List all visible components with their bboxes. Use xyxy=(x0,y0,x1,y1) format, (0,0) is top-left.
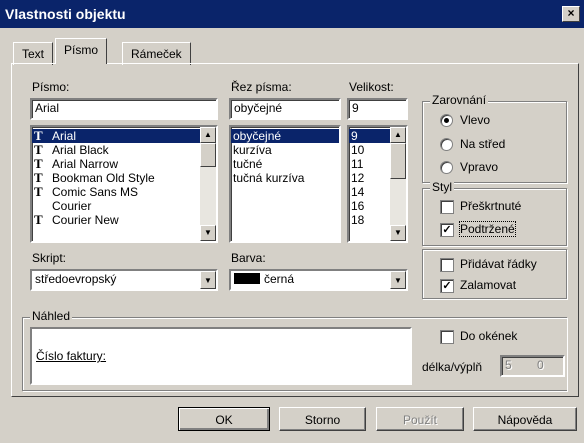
style-input[interactable]: obyčejné xyxy=(229,98,341,120)
fill-value: 0 xyxy=(537,358,544,372)
style-effects-group xyxy=(422,188,567,246)
style-label: Řez písma: xyxy=(231,80,292,94)
list-item-label: Courier New xyxy=(52,213,119,227)
scroll-up-icon[interactable]: ▲ xyxy=(390,127,406,143)
list-item-label: obyčejné xyxy=(233,129,282,143)
align-right-radio[interactable] xyxy=(440,161,453,174)
list-item-label: 11 xyxy=(351,157,364,171)
truetype-icon: T xyxy=(34,184,43,199)
list-item-label: tučné xyxy=(233,157,263,171)
list-item-label: Arial Narrow xyxy=(52,157,119,171)
add-lines-checkbox[interactable] xyxy=(440,258,454,272)
list-item[interactable]: tučná kurzíva xyxy=(231,171,339,185)
chevron-down-icon[interactable]: ▼ xyxy=(390,271,406,289)
preview-title: Náhled xyxy=(30,309,73,323)
font-list[interactable]: T Arial T Arial Black T Arial Narrow T Bookman … xyxy=(30,125,218,243)
list-item-label: Courier xyxy=(52,199,92,213)
style-effects-title: Styl xyxy=(430,180,455,194)
scroll-thumb[interactable] xyxy=(390,143,406,179)
list-item-label: 14 xyxy=(351,185,365,199)
list-item-label: tučná kurzíva xyxy=(233,171,305,185)
color-value: černá xyxy=(264,272,295,286)
align-left-label[interactable]: Vlevo xyxy=(460,113,490,127)
boxes-label[interactable]: Do okének xyxy=(460,329,517,343)
list-item[interactable]: T Courier New xyxy=(32,212,216,228)
preview-box: Číslo faktury: xyxy=(30,327,412,385)
truetype-icon: T xyxy=(34,142,43,157)
ok-button[interactable]: OK xyxy=(178,407,270,431)
align-center-label[interactable]: Na střed xyxy=(460,137,505,151)
align-left-radio[interactable] xyxy=(440,114,453,127)
list-item-label: 18 xyxy=(351,213,365,227)
list-item[interactable]: kurzíva xyxy=(231,143,339,157)
strikethrough-checkbox[interactable] xyxy=(440,200,454,214)
list-item-label: 16 xyxy=(351,199,365,213)
size-list[interactable]: 9 10 11 12 14 16 18 ▲ ▼ xyxy=(347,125,408,243)
style-list[interactable]: obyčejné kurzíva tučné tučná kurzíva xyxy=(229,125,341,243)
scroll-thumb[interactable] xyxy=(200,143,216,167)
list-item-label: Arial Black xyxy=(52,143,109,157)
underline-checkbox[interactable]: ✓ xyxy=(440,223,454,237)
scroll-down-icon[interactable]: ▼ xyxy=(390,225,406,241)
underline-label[interactable]: Podtržené xyxy=(459,221,516,237)
list-item[interactable]: T Comic Sans MS xyxy=(32,184,216,200)
script-value: středoevropský xyxy=(35,272,117,286)
list-item-label: Comic Sans MS xyxy=(52,185,139,199)
font-label: Písmo: xyxy=(32,80,70,94)
list-item[interactable]: T Arial Narrow xyxy=(32,156,216,172)
truetype-icon: T xyxy=(34,212,43,227)
list-item-label: Arial xyxy=(52,129,77,143)
scroll-down-icon[interactable]: ▼ xyxy=(200,225,216,241)
list-item[interactable]: T Bookman Old Style xyxy=(32,170,216,186)
truetype-icon: T xyxy=(34,170,43,185)
size-scrollbar[interactable]: ▲ ▼ xyxy=(390,127,406,241)
wrap-checkbox[interactable]: ✓ xyxy=(440,279,454,293)
tab-frame[interactable]: Rámeček xyxy=(122,42,191,65)
list-item-label: 9 xyxy=(351,129,358,143)
list-item-label: kurzíva xyxy=(233,143,272,157)
script-label: Skript: xyxy=(32,251,67,265)
list-item[interactable]: obyčejné xyxy=(231,129,339,143)
list-item[interactable]: Courier xyxy=(32,199,216,213)
preview-text: Číslo faktury: xyxy=(36,349,107,363)
truetype-icon: T xyxy=(34,128,43,143)
add-lines-label[interactable]: Přidávat řádky xyxy=(460,257,537,271)
list-item-label: Bookman Old Style xyxy=(52,171,155,185)
align-right-label[interactable]: Vpravo xyxy=(460,160,498,174)
list-item-label: 10 xyxy=(351,143,365,157)
apply-button[interactable]: Použít xyxy=(376,407,464,431)
color-swatch xyxy=(234,273,260,284)
tab-font[interactable]: Písmo xyxy=(55,38,108,64)
list-item[interactable]: T Arial Black xyxy=(32,142,216,158)
scroll-up-icon[interactable]: ▲ xyxy=(200,127,216,143)
tab-text[interactable]: Text xyxy=(13,42,54,65)
truetype-icon: T xyxy=(34,156,43,171)
list-item[interactable]: tučné xyxy=(231,157,339,171)
cancel-button[interactable]: Storno xyxy=(279,407,366,431)
font-input[interactable]: Arial xyxy=(30,98,218,120)
length-value: 5 xyxy=(505,358,512,372)
color-select[interactable]: černá ▼ xyxy=(229,269,408,291)
length-fill-label: délka/výplň xyxy=(422,360,483,374)
strikethrough-label[interactable]: Přeškrtnuté xyxy=(460,199,521,213)
script-select[interactable]: středoevropský ▼ xyxy=(30,269,218,291)
size-label: Velikost: xyxy=(349,80,394,94)
close-button[interactable]: × xyxy=(562,6,580,22)
properties-dialog: Vlastnosti objektu × Text Písmo Rámeček … xyxy=(0,0,584,443)
color-label: Barva: xyxy=(231,251,266,265)
help-button[interactable]: Nápověda xyxy=(473,407,577,431)
align-center-radio[interactable] xyxy=(440,138,453,151)
alignment-title: Zarovnání xyxy=(430,93,489,107)
window-title: Vlastnosti objektu xyxy=(5,6,126,22)
chevron-down-icon[interactable]: ▼ xyxy=(200,271,216,289)
boxes-checkbox[interactable] xyxy=(440,330,454,344)
length-fill-input[interactable]: 5 0 xyxy=(500,355,565,377)
list-item-label: 12 xyxy=(351,171,365,185)
size-input[interactable]: 9 xyxy=(347,98,408,120)
wrap-label[interactable]: Zalamovat xyxy=(460,278,516,292)
list-item[interactable]: T Arial xyxy=(32,129,216,143)
font-scrollbar[interactable]: ▲ ▼ xyxy=(200,127,216,241)
